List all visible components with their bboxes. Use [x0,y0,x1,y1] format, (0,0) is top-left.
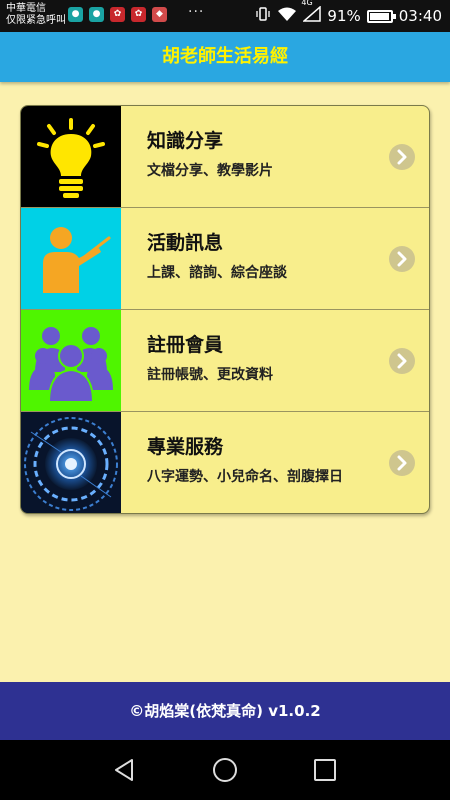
notification-icons: ● ● ✿ ✿ ◆ [68,7,167,22]
battery-icon [366,9,396,23]
vibrate-icon [255,6,271,26]
signal-icon: 4G [301,0,322,26]
menu-item-subtitle: 八字運勢、小兒命名、剖腹擇日 [147,469,343,485]
chevron-right-icon[interactable] [389,348,415,374]
app-notification-icon: ● [89,7,104,22]
home-button[interactable] [210,755,240,785]
menu-item-subtitle: 註冊帳號、更改資料 [147,367,273,383]
compass-icon [21,412,121,513]
people-icon [21,310,121,411]
carrier-name: 中華電信 [6,3,46,14]
menu-item-knowledge-sharing[interactable]: 知識分享 文檔分享、教學影片 [21,106,429,208]
footer: ©胡焰棠(依梵真命) v1.0.2 [0,682,450,740]
system-icons: 4G 91% 03:40 [255,0,442,32]
app-notification-icon: ◆ [152,7,167,22]
more-notifications-icon: ··· [188,4,205,20]
back-button[interactable] [110,755,140,785]
wifi-icon [277,6,297,26]
menu-item-member-registration[interactable]: 註冊會員 註冊帳號、更改資料 [21,310,429,412]
menu-item-activity-info[interactable]: 活動訊息 上課、諮詢、綜合座談 [21,208,429,310]
copyright-text: ©胡焰棠(依梵真命) v1.0.2 [129,702,321,720]
teacher-icon [21,208,121,309]
app-title: 胡老師生活易經 [162,46,288,67]
battery-percent: 91% [327,7,361,25]
app-notification-icon: ● [68,7,83,22]
app-bar: 胡老師生活易經 [0,32,450,82]
clock: 03:40 [398,7,442,25]
huawei-icon: ✿ [131,7,146,22]
menu-item-title: 專業服務 [147,436,224,458]
menu-item-title: 知識分享 [147,130,224,152]
menu-item-subtitle: 上課、諮詢、綜合座談 [147,265,287,281]
menu-item-title: 活動訊息 [147,232,224,254]
emergency-only-text: 仅限紧急呼叫 [6,15,66,26]
recent-apps-button[interactable] [310,755,340,785]
chevron-right-icon[interactable] [389,246,415,272]
menu-item-title: 註冊會員 [147,334,224,356]
main-menu: 知識分享 文檔分享、教學影片 活動訊息 上課、諮詢、綜合座談 註冊會員 註冊帳號… [20,105,430,514]
menu-item-subtitle: 文檔分享、教學影片 [147,163,273,179]
network-type: 4G [301,0,313,7]
navigation-bar [0,740,450,800]
menu-item-professional-services[interactable]: 專業服務 八字運勢、小兒命名、剖腹擇日 [21,412,429,513]
carrier-info: 中華電信 仅限紧急呼叫 [6,3,66,27]
chevron-right-icon[interactable] [389,450,415,476]
huawei-icon: ✿ [110,7,125,22]
lightbulb-icon [21,106,121,207]
chevron-right-icon[interactable] [389,144,415,170]
status-bar: 中華電信 仅限紧急呼叫 ● ● ✿ ✿ ◆ ··· 4G 91% 03:40 [0,0,450,32]
